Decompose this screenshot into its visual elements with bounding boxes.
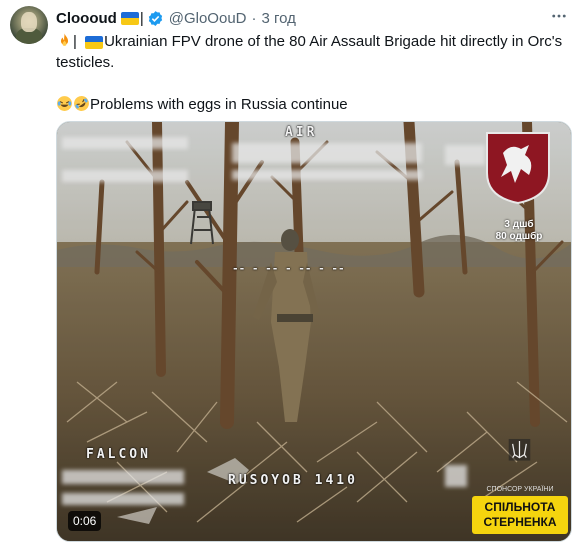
blurred-overlay bbox=[62, 137, 188, 149]
blurred-overlay bbox=[232, 170, 422, 180]
text-line-2: testicles. bbox=[56, 54, 115, 71]
sponsor-trident-icon bbox=[508, 438, 531, 461]
brigade-emblem-icon bbox=[486, 132, 550, 205]
author-name[interactable]: Cloooud bbox=[56, 10, 117, 27]
blurred-overlay bbox=[62, 170, 188, 182]
tweet-header: Cloooud | @GloOouD · 3 год bbox=[56, 8, 296, 28]
name-separator: | bbox=[139, 9, 144, 27]
osd-top-label: AIR bbox=[285, 125, 318, 140]
sponsor-banner: СПІЛЬНОТА СТЕРНЕНКА bbox=[472, 496, 568, 534]
text-line-1: Ukrainian FPV drone of the 80 Air Assaul… bbox=[104, 33, 563, 50]
video-duration-badge: 0:06 bbox=[68, 511, 102, 531]
author-handle[interactable]: @GloOouD bbox=[169, 10, 247, 27]
tweet-timestamp[interactable]: 3 год bbox=[262, 10, 296, 27]
rolling-laughing-emoji-icon bbox=[74, 96, 89, 111]
rolling-laughing-emoji-icon bbox=[57, 96, 72, 111]
sponsor-line-2: СТЕРНЕНКА bbox=[483, 515, 557, 529]
blurred-overlay bbox=[62, 493, 184, 505]
tweet-text-line-1: | Ukrainian FPV drone of the 80 Air Assa… bbox=[56, 31, 566, 52]
osd-crosshair: -- - -- - -- - -- bbox=[232, 262, 345, 275]
verified-badge-icon bbox=[148, 10, 162, 26]
line1-separator: | bbox=[73, 33, 77, 50]
brigade-label: 3 дшб 80 одшбр bbox=[488, 219, 550, 243]
blurred-overlay bbox=[445, 145, 485, 165]
tweet-text: | Ukrainian FPV drone of the 80 Air Assa… bbox=[56, 31, 566, 115]
ukraine-flag-icon bbox=[85, 35, 104, 49]
more-options-icon[interactable] bbox=[549, 6, 569, 26]
osd-bottom-label: RUSOYOB 1410 bbox=[228, 473, 358, 488]
brigade-label-line-2: 80 одшбр bbox=[495, 231, 543, 242]
dot-separator: · bbox=[251, 9, 257, 27]
blurred-overlay bbox=[62, 470, 184, 484]
tweet-text-line-3: Problems with eggs in Russia continue bbox=[56, 94, 566, 115]
fire-emoji-icon bbox=[60, 33, 69, 46]
blurred-overlay bbox=[445, 465, 467, 487]
osd-falcon-label: FALCON bbox=[86, 447, 151, 462]
sponsor-line-1: СПІЛЬНОТА bbox=[484, 500, 556, 514]
sponsor-caption: СПОНСОР УКРАЇНИ bbox=[486, 486, 554, 493]
blurred-overlay bbox=[232, 143, 422, 163]
avatar[interactable] bbox=[10, 6, 48, 44]
ukraine-flag-icon bbox=[120, 11, 139, 25]
text-line-3: Problems with eggs in Russia continue bbox=[90, 96, 348, 113]
brigade-label-line-1: 3 дшб bbox=[504, 219, 534, 230]
tweet-card[interactable]: Cloooud | @GloOouD · 3 год | Ukrainian F… bbox=[0, 0, 578, 552]
